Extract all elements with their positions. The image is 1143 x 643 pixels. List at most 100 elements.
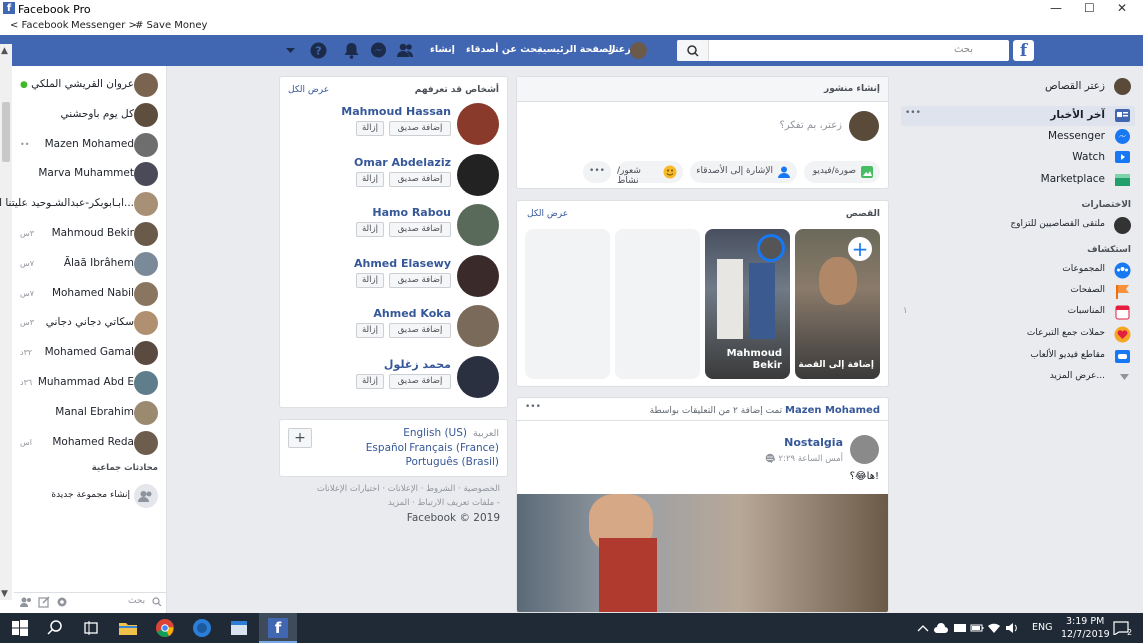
post-activity-user[interactable]: Mazen Mohamed [785, 405, 880, 416]
rightnav-profile[interactable]: زعتر القصاص [901, 77, 1135, 97]
facebook-logo-icon[interactable]: f [1013, 40, 1034, 61]
contact-row[interactable]: Mohamed Nabil ٧س [14, 281, 164, 307]
scroll-thumb[interactable] [2, 102, 10, 162]
notifications-icon[interactable] [343, 42, 360, 59]
remove-suggestion-button[interactable]: إزالة [356, 121, 384, 136]
task-view-icon[interactable] [81, 618, 101, 638]
minimize-button[interactable]: — [1050, 1, 1062, 15]
add-friend-button[interactable]: إضافة صديق [389, 171, 451, 187]
rightnav-pages[interactable]: الصفحات [901, 282, 1135, 302]
add-friend-button[interactable]: إضافة صديق [389, 323, 451, 338]
close-button[interactable]: ✕ [1117, 1, 1127, 15]
rightnav-see-more[interactable]: عرض المزيد... [901, 368, 1135, 388]
tray-app-icon[interactable] [953, 622, 967, 634]
post-options-button[interactable]: ••• [525, 402, 541, 412]
add-language-button[interactable]: + [288, 428, 312, 448]
search-button[interactable] [677, 40, 709, 61]
battery-icon[interactable] [970, 622, 984, 634]
wifi-icon[interactable] [987, 622, 1001, 634]
language-english[interactable]: English (US) [403, 427, 467, 439]
remove-suggestion-button[interactable]: إزالة [356, 323, 384, 338]
footer-links-2[interactable]: ملفات تعريف الارتباط · المزيد - [388, 498, 500, 508]
tray-overflow-chevron-icon[interactable] [917, 623, 929, 633]
pymk-name[interactable]: Ahmed Koka [373, 307, 451, 320]
contact-row[interactable]: Mazen Mohamed •• [14, 132, 164, 158]
browser-app-icon[interactable] [192, 618, 212, 638]
maximize-button[interactable]: ☐ [1084, 1, 1095, 15]
photo-video-button[interactable]: صورة/فيديو [804, 161, 880, 183]
rightnav-groups[interactable]: المجموعات [901, 261, 1135, 281]
bookmark-save-money[interactable]: # Save Money [135, 20, 207, 31]
file-explorer-icon[interactable] [118, 618, 138, 638]
language-french[interactable]: Français (France) [409, 442, 499, 454]
contact-row[interactable]: Ãlaã Ibrâhem ٧س [14, 251, 164, 277]
contact-row[interactable]: Muhammad Abd E ٣٦د [14, 370, 164, 396]
rightnav-events[interactable]: المناسبات ١ [901, 303, 1135, 323]
friend-requests-icon[interactable] [396, 42, 414, 59]
stories-see-all-link[interactable]: عرض الكل [527, 209, 568, 219]
remove-suggestion-button[interactable]: إزالة [356, 222, 384, 237]
pymk-see-all-link[interactable]: عرض الكل [288, 85, 329, 95]
chat-scrollbar[interactable]: ▲ ▼ [0, 44, 12, 600]
footer-links[interactable]: الخصوصية · الشروط · الإعلانات · اختيارات… [317, 484, 500, 494]
contact-row[interactable]: Marva Muhammet [14, 161, 164, 187]
pymk-avatar[interactable] [457, 103, 499, 145]
tag-friends-button[interactable]: الإشارة إلى الأصدقاء [690, 161, 797, 183]
pymk-name[interactable]: محمد زغلول [384, 358, 451, 371]
mail-app-icon[interactable] [229, 618, 249, 638]
contact-row[interactable]: عروان القريشي الملكي ● [14, 72, 164, 98]
pymk-avatar[interactable] [457, 305, 499, 347]
add-friend-button[interactable]: إضافة صديق [389, 121, 451, 136]
post-page-name[interactable]: Nostalgia [784, 436, 843, 449]
friends-status-icon[interactable] [19, 596, 33, 608]
feeling-activity-button[interactable]: شعور/نشاط [617, 161, 683, 186]
scroll-up-arrow[interactable]: ▲ [1, 46, 8, 56]
chat-search-input[interactable]: بحث [128, 596, 145, 606]
remove-suggestion-button[interactable]: إزالة [356, 373, 384, 389]
pymk-avatar[interactable] [457, 153, 499, 196]
rightnav-marketplace[interactable]: Marketplace [901, 170, 1135, 190]
contact-row[interactable]: كل يوم باوحشني [14, 102, 164, 128]
rightnav-fundraisers[interactable]: حملات جمع التبرعات [901, 325, 1135, 345]
pymk-name[interactable]: Mahmoud Hassan [341, 105, 451, 118]
remove-suggestion-button[interactable]: إزالة [356, 272, 384, 288]
pymk-name[interactable]: Hamo Rabou [372, 206, 451, 219]
find-friends-link[interactable]: بحث عن أصدقاء [466, 44, 541, 55]
create-link[interactable]: إنشاء [430, 44, 455, 55]
scroll-down-arrow[interactable]: ▼ [1, 589, 8, 599]
pymk-avatar[interactable] [457, 204, 499, 246]
profile-avatar[interactable] [630, 42, 647, 59]
friend-story-card[interactable]: Mahmoud Bekir [705, 229, 790, 379]
clock-time[interactable]: 3:19 PM [1066, 616, 1104, 627]
rightnav-messenger[interactable]: Messenger [901, 127, 1135, 147]
news-feed-options[interactable]: ••• [905, 108, 921, 118]
volume-icon[interactable] [1005, 622, 1019, 634]
rightnav-watch[interactable]: Watch [901, 148, 1135, 168]
clock-date[interactable]: 12/7/2019 [1061, 629, 1110, 640]
pymk-avatar[interactable] [457, 355, 499, 398]
add-friend-button[interactable]: إضافة صديق [389, 272, 451, 288]
account-menu-chevron-icon[interactable] [285, 47, 296, 55]
language-portuguese[interactable]: Português (Brasil) [405, 456, 499, 468]
pymk-name[interactable]: Ahmed Elasewy [354, 257, 451, 270]
composer-input[interactable]: زعتر، بم تفكر؟ [779, 120, 842, 131]
search-input[interactable]: بحث [677, 40, 1009, 61]
new-message-icon[interactable] [38, 596, 50, 608]
contact-row[interactable]: Mohamed Gamal ٣٢د [14, 340, 164, 366]
taskbar-search-icon[interactable] [45, 618, 65, 638]
contact-row[interactable]: Mohamed Reda اس [14, 430, 164, 456]
pymk-name[interactable]: Omar Abdelaziz [354, 156, 451, 169]
contact-row[interactable]: Manal Ebrahim [14, 400, 164, 426]
add-friend-button[interactable]: إضافة صديق [389, 222, 451, 237]
post-image[interactable] [517, 494, 888, 612]
bookmark-messenger[interactable]: Messenger > [71, 20, 137, 31]
add-to-story-card[interactable]: + إضافة إلى القصة [795, 229, 880, 379]
home-link[interactable]: الصفحة الرئيسية [537, 44, 615, 55]
onedrive-cloud-icon[interactable] [933, 622, 949, 634]
rightnav-shortcut-group[interactable]: ملتقى القصاصيين للتزاوج [901, 216, 1135, 236]
pymk-avatar[interactable] [457, 254, 499, 297]
language-spanish[interactable]: Español [366, 442, 407, 454]
input-language[interactable]: ENG [1032, 622, 1052, 633]
windows-start-icon[interactable] [10, 618, 30, 638]
add-friend-button[interactable]: إضافة صديق [389, 373, 451, 389]
